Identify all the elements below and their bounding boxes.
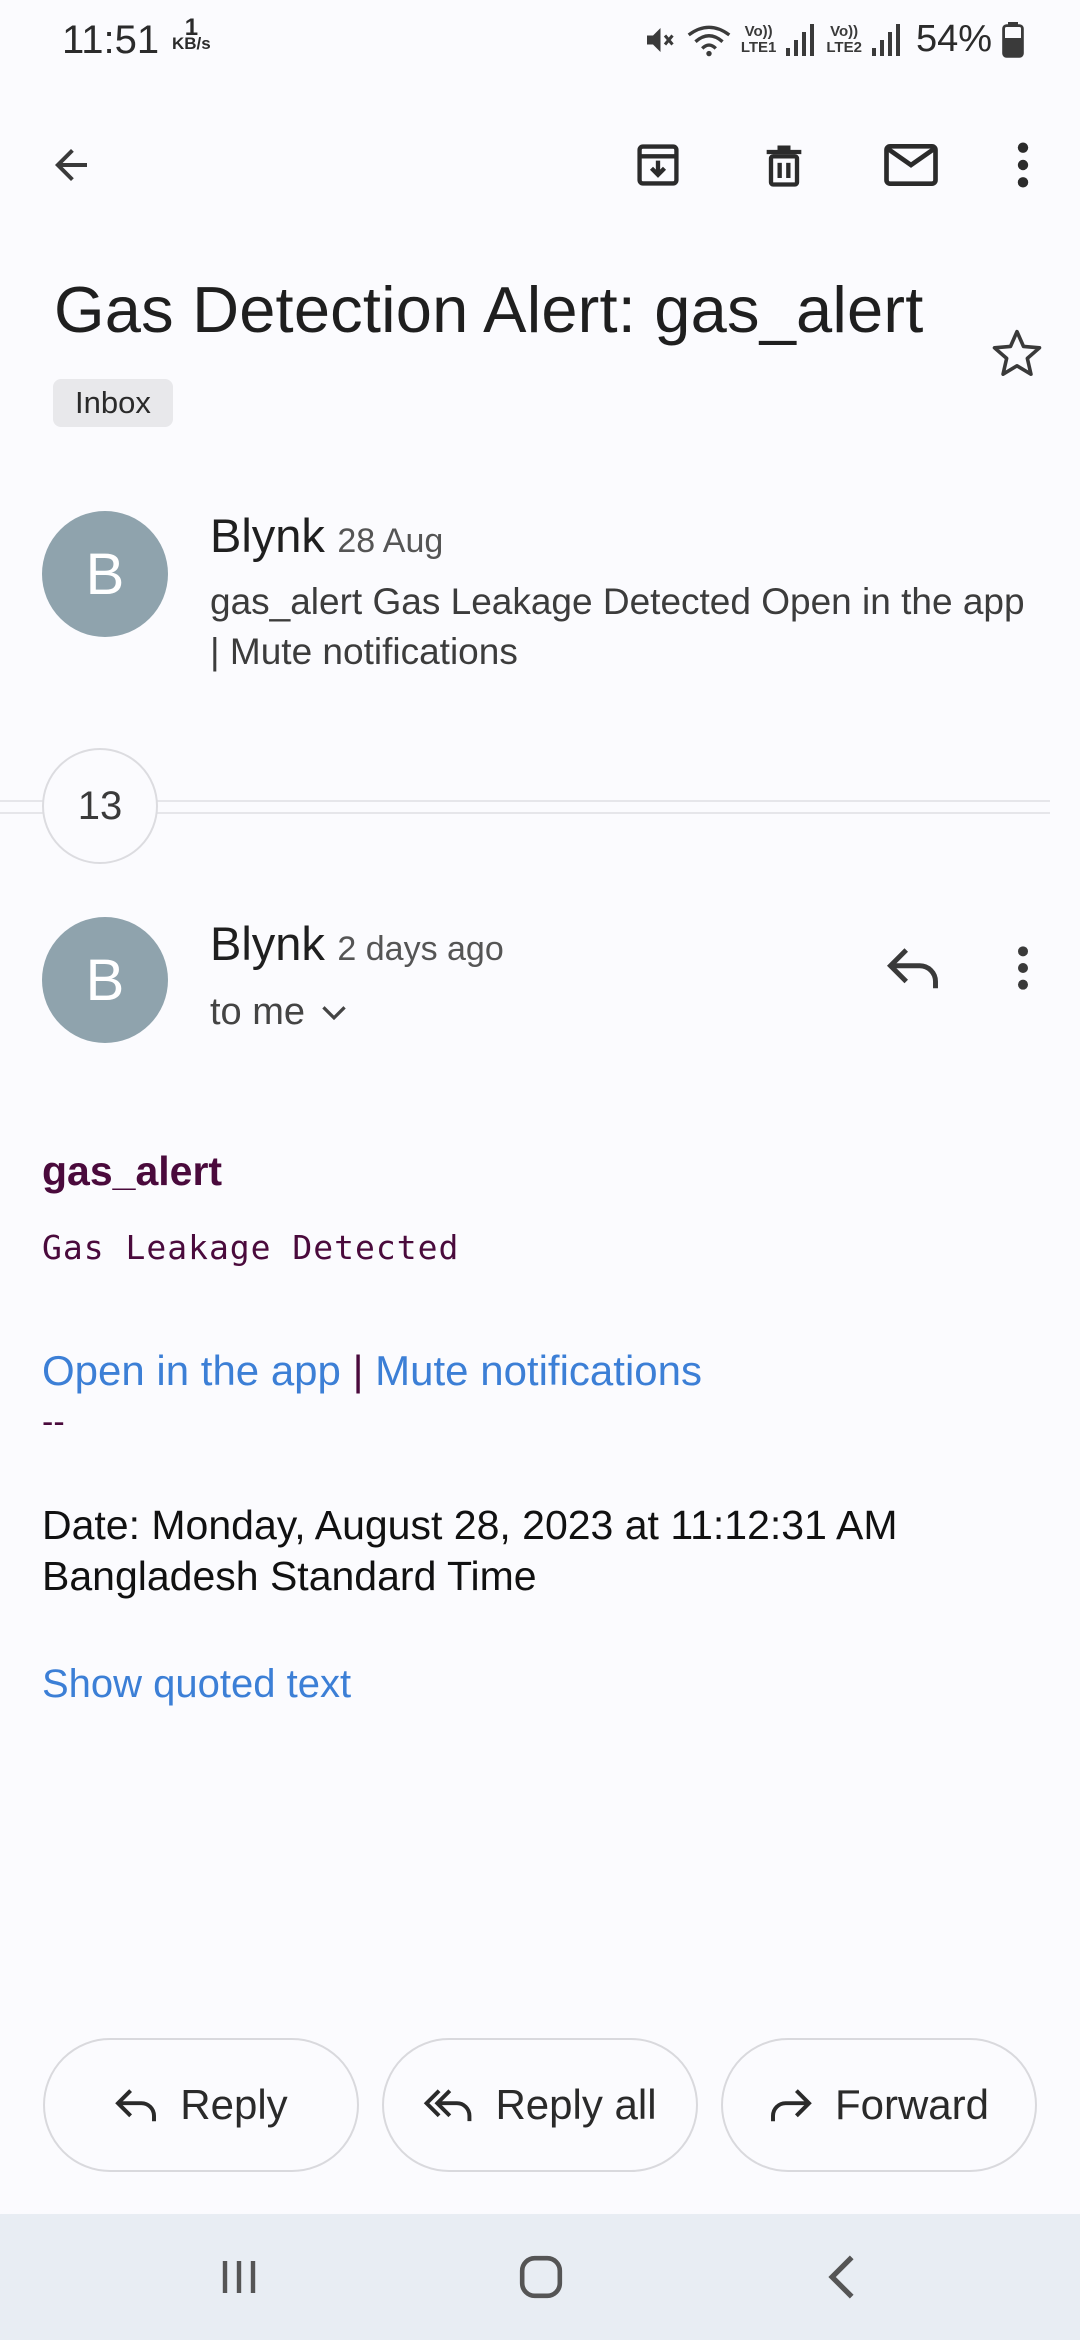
sim2-volte: Vo)) — [830, 22, 859, 40]
back-chevron-icon — [828, 2255, 854, 2299]
sim2-lte: LTE2 — [826, 38, 862, 56]
reply-label: Reply — [180, 2081, 288, 2128]
system-navigation-bar — [0, 2214, 1080, 2340]
sim1-label: Vo)) LTE1 — [740, 22, 777, 56]
mute-icon — [641, 22, 677, 58]
sim1-volte: Vo)) — [744, 22, 773, 40]
email-subject: Gas Detection Alert: gas_alert — [54, 273, 924, 346]
forward-icon — [770, 2089, 812, 2122]
reply-icon — [115, 2089, 157, 2122]
email-toolbar — [0, 120, 1080, 210]
back-arrow-icon — [55, 149, 87, 181]
signal-icon — [871, 23, 902, 56]
sender-name: Blynk — [210, 509, 325, 562]
more-vert-icon — [1017, 142, 1029, 188]
network-speed-unit: KB/s — [172, 34, 211, 53]
star-button[interactable] — [982, 318, 1052, 388]
collapsed-message[interactable]: Blynk 28 Aug gas_alert Gas Leakage Detec… — [210, 508, 1040, 677]
reply-icon — [886, 948, 938, 989]
recipient-text: to me — [210, 991, 306, 1033]
more-options-button[interactable] — [988, 130, 1058, 200]
mark-unread-icon — [884, 144, 938, 186]
message-date: 28 Aug — [337, 522, 444, 560]
more-vert-icon — [1018, 946, 1028, 990]
open-in-app-link[interactable]: Open in the app — [42, 1347, 341, 1394]
hidden-messages-count[interactable]: 13 — [42, 748, 158, 864]
show-quoted-text-link[interactable]: Show quoted text — [42, 1662, 351, 1707]
chevron-down-icon — [322, 1005, 346, 1020]
link-separator: | — [352, 1347, 364, 1394]
signal-icon — [786, 23, 816, 56]
body-links: Open in the app | Mute notifications — [42, 1347, 702, 1395]
home-icon — [519, 2255, 563, 2299]
star-icon — [992, 329, 1042, 376]
mute-notifications-link[interactable]: Mute notifications — [375, 1347, 702, 1394]
message-date: 2 days ago — [337, 930, 504, 968]
avatar: B — [42, 511, 168, 637]
delete-button[interactable] — [749, 130, 819, 200]
inbox-label-chip[interactable]: Inbox — [53, 379, 173, 427]
sim2-label: Vo)) LTE2 — [826, 22, 862, 56]
battery-icon — [1002, 21, 1024, 58]
expanded-message-header: Blynk 2 days ago to me — [210, 916, 504, 1034]
archive-button[interactable] — [623, 130, 693, 200]
message-more-button[interactable] — [988, 933, 1058, 1003]
signature-separator: -- — [42, 1403, 65, 1441]
reply-action-button[interactable]: Reply — [43, 2038, 359, 2172]
reply-all-label: Reply all — [495, 2081, 657, 2128]
message-header: Blynk 2 days ago — [210, 916, 504, 971]
recent-apps-button[interactable] — [199, 2242, 279, 2312]
status-time: 11:51 — [62, 18, 160, 62]
body-text: Gas Leakage Detected — [42, 1228, 460, 1267]
message-header: Blynk 28 Aug — [210, 508, 1040, 563]
system-back-button[interactable] — [803, 2242, 883, 2312]
forward-label: Forward — [834, 2081, 990, 2128]
wifi-icon — [687, 22, 731, 58]
network-speed: 1 KB/s — [172, 16, 211, 53]
reply-button[interactable] — [878, 933, 948, 1003]
body-title: gas_alert — [42, 1148, 223, 1194]
recipient-details-toggle[interactable]: to me — [210, 991, 504, 1034]
recent-apps-icon — [222, 2261, 256, 2293]
status-bar: 11:51 1 KB/s Vo)) LTE1 Vo)) LTE2 54% — [0, 0, 1080, 84]
sim1-lte: LTE1 — [740, 38, 777, 56]
back-button[interactable] — [36, 130, 106, 200]
home-button[interactable] — [501, 2242, 581, 2312]
message-snippet: gas_alert Gas Leakage Detected Open in t… — [210, 581, 1025, 672]
reply-all-action-button[interactable]: Reply all — [382, 2038, 698, 2172]
date-line: Date: Monday, August 28, 2023 at 11:12:3… — [42, 1502, 898, 1599]
archive-icon — [637, 144, 679, 186]
mark-unread-button[interactable] — [876, 130, 946, 200]
battery-percent: 54% — [915, 18, 992, 60]
forward-action-button[interactable]: Forward — [721, 2038, 1037, 2172]
avatar: B — [42, 917, 168, 1043]
reply-all-icon — [424, 2089, 472, 2122]
sender-name: Blynk — [210, 917, 325, 970]
status-icons: Vo)) LTE1 Vo)) LTE2 54% — [641, 18, 1024, 61]
delete-icon — [766, 145, 802, 187]
